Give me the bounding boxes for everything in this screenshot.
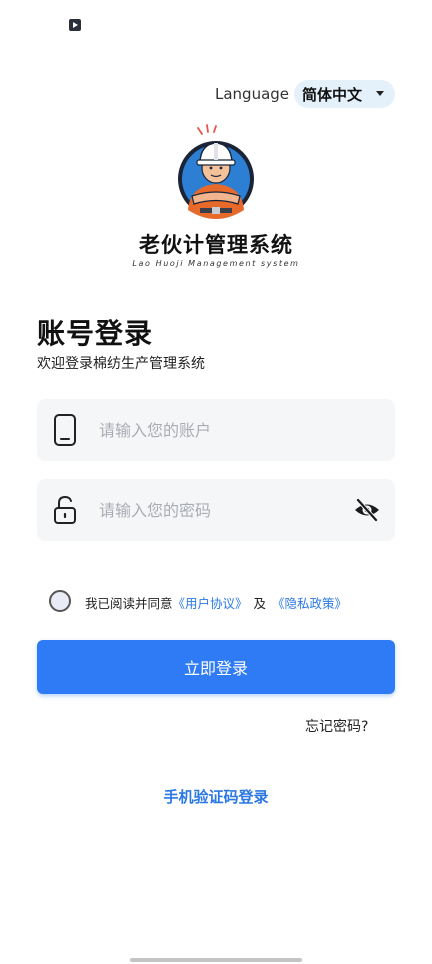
language-value: 简体中文: [302, 85, 363, 104]
media-play-icon: [69, 19, 81, 31]
agreement-text: 我已阅读并同意《用户协议》及《隐私政策》: [85, 593, 347, 612]
privacy-policy-link[interactable]: 《隐私政策》: [272, 596, 347, 611]
user-agreement-link[interactable]: 《用户协议》: [173, 596, 248, 611]
page-subtitle: 欢迎登录棉纺生产管理系统: [37, 356, 205, 372]
forgot-password-link[interactable]: 忘记密码?: [305, 716, 368, 736]
sms-login-link[interactable]: 手机验证码登录: [0, 786, 432, 807]
brand-title: 老伙计管理系统: [139, 233, 293, 257]
caret-down-icon: [376, 91, 384, 96]
password-input[interactable]: [99, 479, 339, 541]
login-button[interactable]: 立即登录: [37, 640, 395, 694]
account-field[interactable]: [37, 399, 395, 461]
app-logo: [174, 124, 258, 222]
language-selector[interactable]: 简体中文: [294, 80, 395, 108]
account-input[interactable]: [99, 399, 339, 461]
password-field[interactable]: [37, 479, 395, 541]
language-label: Language: [215, 85, 290, 103]
phone-icon: [54, 414, 76, 446]
home-indicator: [130, 958, 302, 962]
lock-open-icon: [54, 495, 76, 524]
page-title: 账号登录: [37, 317, 154, 350]
agreement-and: 及: [253, 596, 267, 611]
agreement-prefix: 我已阅读并同意: [85, 596, 173, 611]
agreement-radio[interactable]: [49, 590, 71, 612]
brand-subtitle: Lao Huoji Management system: [132, 259, 300, 268]
eye-off-icon[interactable]: [353, 497, 381, 523]
